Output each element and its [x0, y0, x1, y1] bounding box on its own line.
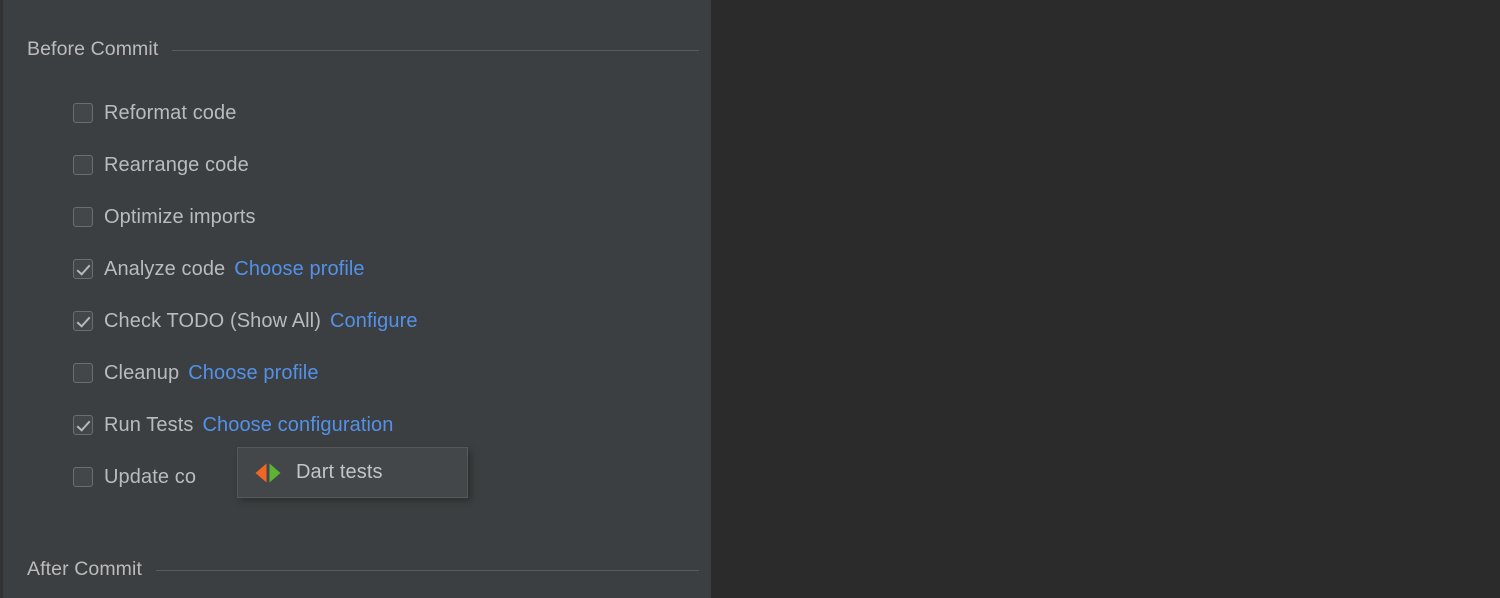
commit-settings-screen: Before Commit Reformat code Rearrange co… [0, 0, 1500, 598]
link-check-todo-configure[interactable]: Configure [330, 310, 418, 333]
popup-item-dart-tests[interactable]: Dart tests [238, 448, 467, 497]
section-title-before-commit: Before Commit [27, 37, 159, 60]
option-row-cleanup[interactable]: Cleanup Choose profile [73, 360, 319, 386]
option-label-cleanup: Cleanup [104, 361, 180, 384]
checkbox-rearrange-code[interactable] [73, 155, 93, 175]
section-title-after-commit: After Commit [27, 557, 142, 580]
option-row-analyze-code[interactable]: Analyze code Choose profile [73, 256, 365, 282]
option-label-reformat-code: Reformat code [104, 101, 237, 124]
section-header-before-commit: Before Commit [27, 37, 699, 60]
before-commit-settings-panel: Before Commit Reformat code Rearrange co… [3, 0, 711, 598]
link-run-tests-choose-configuration[interactable]: Choose configuration [202, 414, 393, 437]
section-separator-line [172, 49, 699, 51]
checkbox-update-copyright[interactable] [73, 467, 93, 487]
option-row-rearrange-code[interactable]: Rearrange code [73, 152, 249, 178]
option-label-rearrange-code: Rearrange code [104, 153, 249, 176]
option-row-check-todo[interactable]: Check TODO (Show All) Configure [73, 308, 418, 334]
checkbox-optimize-imports[interactable] [73, 207, 93, 227]
section-separator-line [155, 569, 699, 571]
option-label-check-todo: Check TODO (Show All) [104, 309, 321, 332]
checkbox-reformat-code[interactable] [73, 103, 93, 123]
checkbox-analyze-code[interactable] [73, 259, 93, 279]
option-row-reformat-code[interactable]: Reformat code [73, 100, 236, 126]
section-header-after-commit: After Commit [27, 557, 699, 580]
editor-area [711, 0, 1500, 598]
popup-item-label-dart-tests: Dart tests [296, 461, 383, 483]
checkbox-check-todo[interactable] [73, 311, 93, 331]
option-row-optimize-imports[interactable]: Optimize imports [73, 204, 256, 230]
link-analyze-code-choose-profile[interactable]: Choose profile [234, 258, 364, 281]
option-label-update-copyright: Update co [104, 465, 197, 488]
link-cleanup-choose-profile[interactable]: Choose profile [188, 362, 318, 385]
option-label-optimize-imports: Optimize imports [104, 205, 256, 228]
option-row-run-tests[interactable]: Run Tests Choose configuration [73, 412, 393, 438]
run-configuration-popup[interactable]: Dart tests [237, 447, 468, 498]
dart-run-icon [255, 462, 281, 484]
option-label-analyze-code: Analyze code [104, 257, 226, 280]
option-label-run-tests: Run Tests [104, 413, 194, 436]
checkbox-run-tests[interactable] [73, 415, 93, 435]
option-row-update-copyright[interactable]: Update co [73, 464, 196, 490]
checkbox-cleanup[interactable] [73, 363, 93, 383]
